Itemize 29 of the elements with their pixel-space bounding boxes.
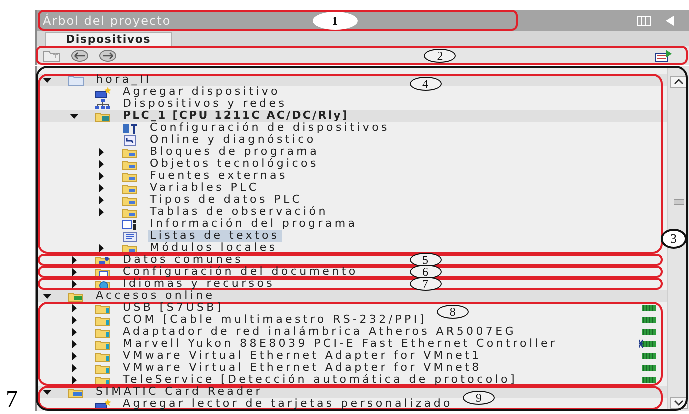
window-title: Árbol del proyecto — [42, 14, 172, 28]
tree-item[interactable]: Objetos tecnológicos — [148, 158, 321, 170]
tree-item[interactable]: Adaptador de red inalámbrica Atheros AR5007EG — [121, 326, 518, 338]
tree-item[interactable]: Variables PLC — [148, 182, 262, 194]
tree-item[interactable]: Módulos locales — [148, 242, 280, 254]
tree-item[interactable]: Configuración del documento — [121, 266, 360, 278]
tree-item[interactable]: VMware Virtual Ethernet Adapter for VMnet1 — [121, 350, 484, 362]
tree-item[interactable]: Tipos de datos PLC — [148, 194, 305, 206]
tree-item[interactable]: Agregar lector de tarjetas personalizado — [121, 398, 455, 410]
page-number: 7 — [6, 388, 18, 412]
tree-item[interactable]: Accesos online — [94, 290, 218, 302]
tree-item[interactable]: Agregar dispositivo — [121, 86, 282, 98]
tree-item[interactable]: Fuentes externas — [148, 170, 290, 182]
tree-item[interactable]: hora_II — [94, 74, 154, 86]
tree-item[interactable]: Bloques de programa — [148, 146, 322, 158]
tree-item[interactable]: Configuración de dispositivos — [148, 122, 392, 134]
tree-item[interactable]: Listas de textos — [148, 230, 282, 242]
tree-item[interactable]: Online y diagnóstico — [148, 134, 318, 146]
tab[interactable]: Dispositivos — [45, 32, 172, 46]
tree-item[interactable]: Información del programa — [148, 218, 360, 230]
tree-item[interactable]: Tablas de observación — [148, 206, 330, 218]
tree-item[interactable]: COM [Cable multimaestro RS-232/PPI] — [121, 314, 429, 326]
tree-item[interactable]: TeleService [Detección automática de protocolo] — [121, 374, 520, 386]
tree-item[interactable]: Marvell Yukon 88E8039 PCI-E Fast Ethernet Controller — [121, 338, 560, 350]
tree-item[interactable]: Dispositivos y redes — [121, 98, 290, 110]
tree-item[interactable]: USB [S7USB] — [121, 302, 226, 314]
tree-item[interactable]: Datos comunes — [121, 254, 246, 266]
tree-item[interactable]: Idiomas y recursos — [121, 278, 278, 290]
tree-item[interactable]: VMware Virtual Ethernet Adapter for VMnet8 — [121, 362, 484, 374]
